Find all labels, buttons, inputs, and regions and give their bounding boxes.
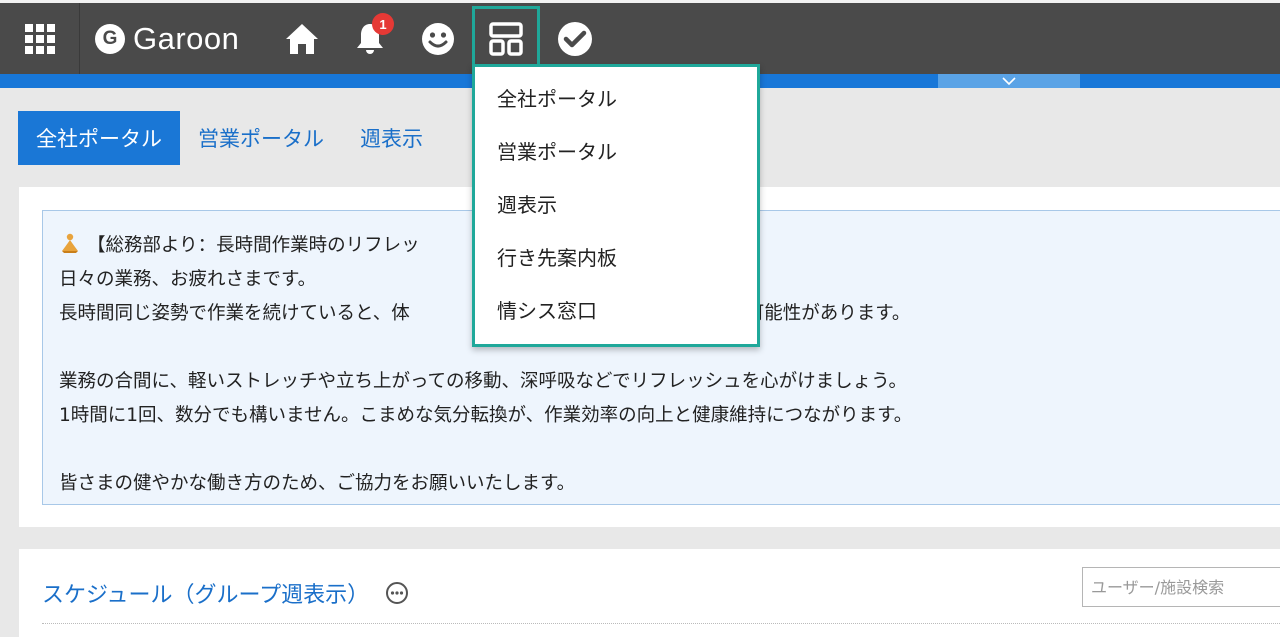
notice-line — [59, 433, 1280, 467]
portal-layout-icon — [489, 22, 523, 56]
home-icon — [286, 23, 318, 54]
schedule-portlet: スケジュール（グループ週表示） — [19, 549, 1280, 637]
meditation-emoji-icon — [62, 233, 78, 253]
menu-item-it-desk[interactable]: 情シス窓口 — [475, 283, 757, 336]
garoon-logo[interactable]: G Garoon — [95, 3, 239, 74]
notice-line: 1時間に1回、数分でも構いません。こまめな気分転換が、作業効率の向上と健康維持に… — [59, 405, 913, 426]
tab-sales-portal[interactable]: 営業ポータル — [180, 111, 342, 165]
notifications-button[interactable]: 1 — [342, 3, 398, 74]
notice-line: 業務の合間に、軽いストレッチや立ち上がっての移動、深呼吸などでリフレッシュを心が… — [59, 371, 908, 392]
menu-item-company-portal[interactable]: 全社ポータル — [475, 71, 757, 124]
divider — [42, 623, 1280, 624]
portal-menu-button[interactable] — [472, 6, 540, 72]
user-facility-search-input[interactable] — [1082, 567, 1280, 607]
favorites-button[interactable] — [410, 3, 466, 74]
check-shield-icon — [558, 21, 592, 56]
notice-line: 皆さまの健やかな働き方のため、ご協力をお願いいたします。 — [59, 473, 576, 494]
apps-menu-button[interactable] — [0, 3, 80, 74]
menu-item-weekly-view[interactable]: 週表示 — [475, 177, 757, 230]
schedule-header: スケジュール（グループ週表示） — [42, 577, 409, 609]
top-navigation-bar: G Garoon 1 — [0, 0, 1280, 74]
tab-weekly-view[interactable]: 週表示 — [342, 111, 441, 165]
menu-item-whereabouts-board[interactable]: 行き先案内板 — [475, 230, 757, 283]
collapse-header-toggle[interactable] — [938, 74, 1080, 88]
smiley-icon — [422, 22, 454, 55]
logo-text: Garoon — [133, 20, 240, 56]
logo-mark: G — [95, 23, 125, 54]
notification-count-badge: 1 — [372, 13, 394, 35]
portal-dropdown-menu: 全社ポータル 営業ポータル 週表示 行き先案内板 情シス窓口 — [472, 64, 760, 347]
home-button[interactable] — [274, 3, 330, 74]
chevron-down-icon — [1002, 77, 1016, 85]
apps-grid-icon — [24, 23, 55, 54]
schedule-title-link[interactable]: スケジュール（グループ週表示） — [42, 577, 369, 609]
menu-item-sales-portal[interactable]: 営業ポータル — [475, 124, 757, 177]
tab-company-portal[interactable]: 全社ポータル — [18, 111, 180, 165]
more-options-icon[interactable] — [385, 581, 409, 605]
